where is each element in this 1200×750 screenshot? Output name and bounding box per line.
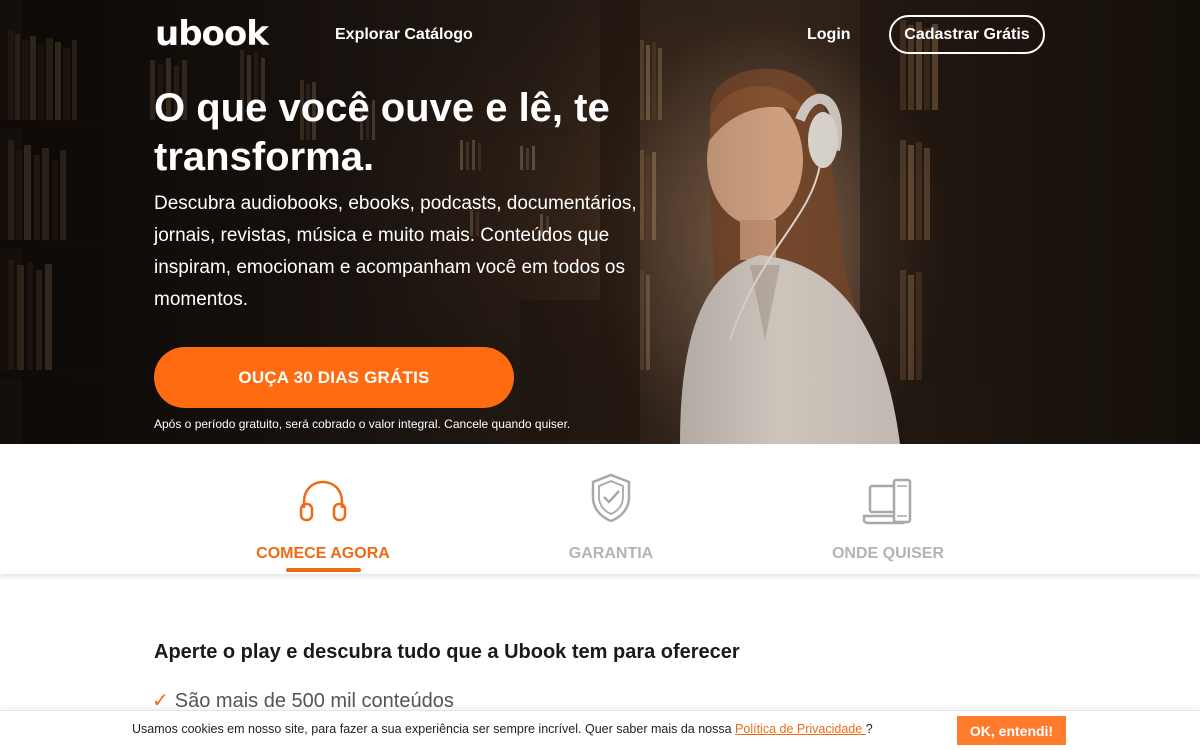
tab-label: COMECE AGORA: [256, 545, 390, 562]
cookie-accept-button[interactable]: OK, entendi!: [957, 716, 1066, 745]
hero-title: O que você ouve e lê, te transforma.: [154, 86, 610, 179]
signup-button[interactable]: Cadastrar Grátis: [889, 15, 1045, 54]
cookie-text-end: ?: [865, 722, 873, 736]
active-tab-indicator: [286, 568, 361, 572]
trial-disclaimer: Após o período gratuito, será cobrado o …: [154, 417, 571, 431]
tab-comece-agora[interactable]: COMECE AGORA: [243, 444, 403, 574]
cookie-message: Usamos cookies em nosso site, para fazer…: [132, 722, 873, 736]
privacy-policy-link[interactable]: Política de Privacidade: [735, 722, 866, 736]
tab-label: GARANTIA: [568, 545, 654, 562]
check-icon: ✓: [152, 690, 169, 712]
hero-description: Descubra audiobooks, ebooks, podcasts, d…: [154, 193, 637, 310]
cookie-banner: Usamos cookies em nosso site, para fazer…: [0, 710, 1200, 750]
shield-check-icon: [588, 472, 634, 529]
free-trial-button[interactable]: OUÇA 30 DIAS GRÁTIS: [154, 347, 514, 408]
tab-onde-quiser[interactable]: ONDE QUISER: [808, 444, 968, 574]
cookie-text: Usamos cookies em nosso site, para fazer…: [132, 722, 736, 736]
hero-banner: ubook Explorar Catálogo Login Cadastrar …: [0, 0, 1200, 444]
headphones-icon: [298, 478, 348, 529]
devices-icon: [862, 476, 914, 531]
feature-text: São mais de 500 mil conteúdos: [174, 690, 454, 712]
nav-explore-catalog[interactable]: Explorar Catálogo: [335, 26, 473, 44]
ubook-logo[interactable]: ubook: [155, 14, 269, 54]
section-title: Aperte o play e descubra tudo que a Uboo…: [154, 641, 740, 663]
feature-tabs: COMECE AGORA GARANTIA ONDE QUISER: [0, 444, 1200, 574]
tab-label: ONDE QUISER: [831, 545, 944, 562]
tab-garantia[interactable]: GARANTIA: [531, 444, 691, 574]
nav-login[interactable]: Login: [807, 26, 851, 44]
